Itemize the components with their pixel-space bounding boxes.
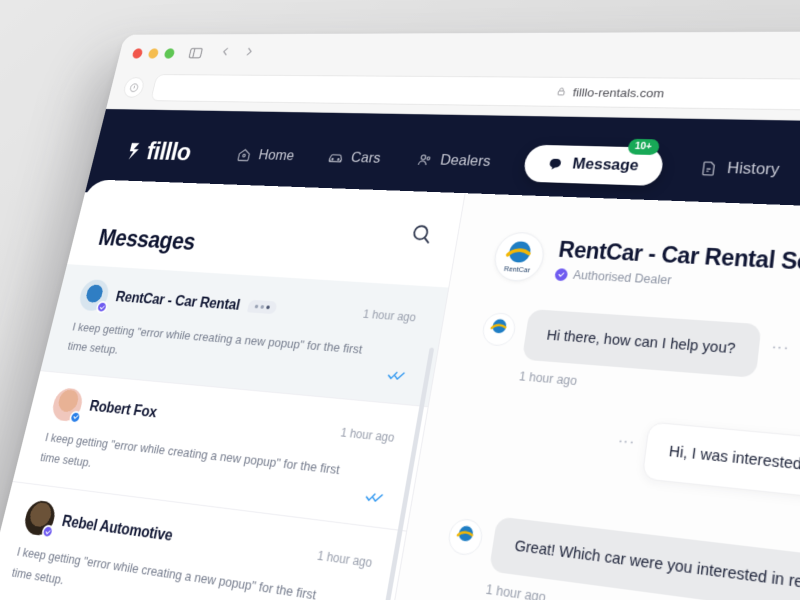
avatar: [21, 499, 58, 540]
message-options-icon[interactable]: ⋮: [770, 339, 790, 356]
brand-name: filllo: [143, 137, 194, 167]
message-bubble: Great! Which car were you interested in …: [488, 516, 800, 600]
user-group-icon: [415, 151, 434, 168]
message-bubble: Hi there, how can I help you?: [521, 309, 762, 379]
nav-label-dealers: Dealers: [439, 151, 492, 170]
chat-bubble-icon: [548, 158, 562, 170]
nav-item-history[interactable]: History: [693, 151, 785, 187]
rentcar-logo-icon: RentCar: [492, 240, 546, 275]
history-file-icon: [698, 159, 719, 177]
filllo-logomark-icon: [127, 143, 141, 160]
rentcar-logo-icon: [482, 318, 517, 334]
url-text: filllo-rentals.com: [571, 85, 666, 100]
app-content: Messages RentCar - Car Rental 1 hour ago…: [0, 179, 800, 600]
nav-item-cars[interactable]: Cars: [322, 142, 387, 174]
svg-text:RentCar: RentCar: [503, 266, 531, 275]
conversation-name: RentCar - Car Rental: [114, 288, 242, 313]
nav-label-history: History: [726, 159, 781, 178]
window-traffic-lights[interactable]: [131, 48, 176, 59]
nav-label-cars: Cars: [349, 149, 382, 166]
close-window-button[interactable]: [131, 48, 144, 59]
message-unread-badge: 10+: [626, 138, 660, 155]
conversation-list[interactable]: RentCar - Car Rental 1 hour ago I keep g…: [0, 264, 449, 600]
conversation-time: 1 hour ago: [339, 425, 396, 445]
back-icon[interactable]: [217, 45, 233, 62]
nav-item-home[interactable]: Home: [230, 140, 300, 171]
conversation-name: Rebel Automotive: [60, 512, 175, 545]
lock-icon: [555, 85, 567, 98]
nav-label-home: Home: [257, 147, 296, 164]
minimize-window-button[interactable]: [147, 48, 160, 59]
screenshot-stage: filllo-rentals.com filllo Home Cars Deal…: [0, 0, 800, 600]
avatar: [76, 278, 112, 314]
read-receipt-icon: [363, 489, 385, 509]
search-icon[interactable]: [408, 222, 435, 250]
conversation-time: 1 hour ago: [361, 307, 418, 325]
maximize-window-button[interactable]: [163, 48, 176, 59]
forward-icon[interactable]: [241, 45, 257, 62]
nav-item-message[interactable]: Message 10+: [521, 138, 665, 186]
brand-logo[interactable]: filllo: [124, 137, 194, 168]
reload-icon[interactable]: [121, 77, 146, 98]
avatar: [480, 311, 518, 347]
messages-panel: Messages RentCar - Car Rental 1 hour ago…: [0, 179, 466, 600]
avatar: [446, 517, 485, 557]
nav-links: Home Cars Dealers Message 10+ History: [230, 137, 786, 189]
chat-subtitle: Authorised Dealer: [572, 268, 673, 288]
car-icon: [328, 153, 341, 162]
verified-badge-icon: [95, 300, 109, 314]
conversation-time: 1 hour ago: [316, 548, 374, 571]
nav-label-message: Message: [571, 155, 640, 174]
message-options-icon[interactable]: ⋮: [616, 434, 635, 451]
page-title: Messages: [96, 224, 198, 256]
sidebar-toggle-icon[interactable]: [184, 44, 207, 61]
avatar: RentCar: [491, 231, 548, 283]
browser-window: filllo-rentals.com filllo Home Cars Deal…: [0, 29, 800, 600]
rentcar-logo-icon: [447, 525, 483, 542]
nav-item-dealers[interactable]: Dealers: [410, 144, 497, 177]
conversation-name: Robert Fox: [87, 397, 159, 422]
address-bar[interactable]: filllo-rentals.com: [150, 74, 800, 116]
home-icon: [235, 146, 253, 162]
read-receipt-icon: [386, 367, 407, 386]
typing-indicator-icon: [247, 299, 278, 315]
verified-badge-icon: [554, 267, 569, 281]
avatar: [49, 386, 86, 424]
